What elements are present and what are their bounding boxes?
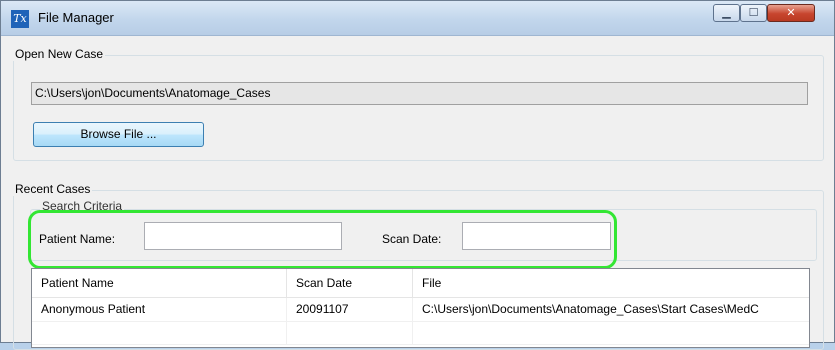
cell-file: C:\Users\jon\Documents\Anatomage_Cases\S… bbox=[413, 298, 809, 321]
cell-file bbox=[413, 321, 809, 344]
column-header-patient-name[interactable]: Patient Name bbox=[32, 269, 287, 297]
maximize-button[interactable]: ☐ bbox=[740, 4, 767, 22]
case-path-field[interactable]: C:\Users\jon\Documents\Anatomage_Cases bbox=[31, 82, 808, 105]
recent-cases-legend: Recent Cases bbox=[13, 182, 93, 196]
cell-patient-name bbox=[32, 321, 287, 344]
title-bar[interactable]: Tx File Manager ▁ ☐ ✕ bbox=[1, 1, 834, 36]
app-icon: Tx bbox=[11, 10, 29, 28]
cell-scan-date: 20091107 bbox=[287, 298, 413, 321]
table-row[interactable]: Anonymous Patient 20091107 C:\Users\jon\… bbox=[32, 298, 809, 322]
open-case-legend: Open New Case bbox=[13, 47, 106, 61]
file-manager-window: Tx File Manager ▁ ☐ ✕ Open New Case C:\U… bbox=[0, 0, 835, 350]
table-row[interactable] bbox=[32, 321, 809, 345]
recent-cases-table[interactable]: Patient Name Scan Date File Anonymous Pa… bbox=[31, 268, 810, 348]
close-button[interactable]: ✕ bbox=[767, 4, 815, 22]
cell-patient-name: Anonymous Patient bbox=[32, 298, 287, 321]
minimize-button[interactable]: ▁ bbox=[713, 4, 740, 22]
cell-scan-date bbox=[287, 321, 413, 344]
window-title: File Manager bbox=[38, 10, 114, 25]
table-header: Patient Name Scan Date File bbox=[32, 269, 809, 298]
column-header-scan-date[interactable]: Scan Date bbox=[287, 269, 413, 297]
search-criteria-highlight bbox=[28, 210, 617, 269]
browse-file-button[interactable]: Browse File ... bbox=[33, 122, 204, 147]
column-header-file[interactable]: File bbox=[413, 269, 809, 297]
